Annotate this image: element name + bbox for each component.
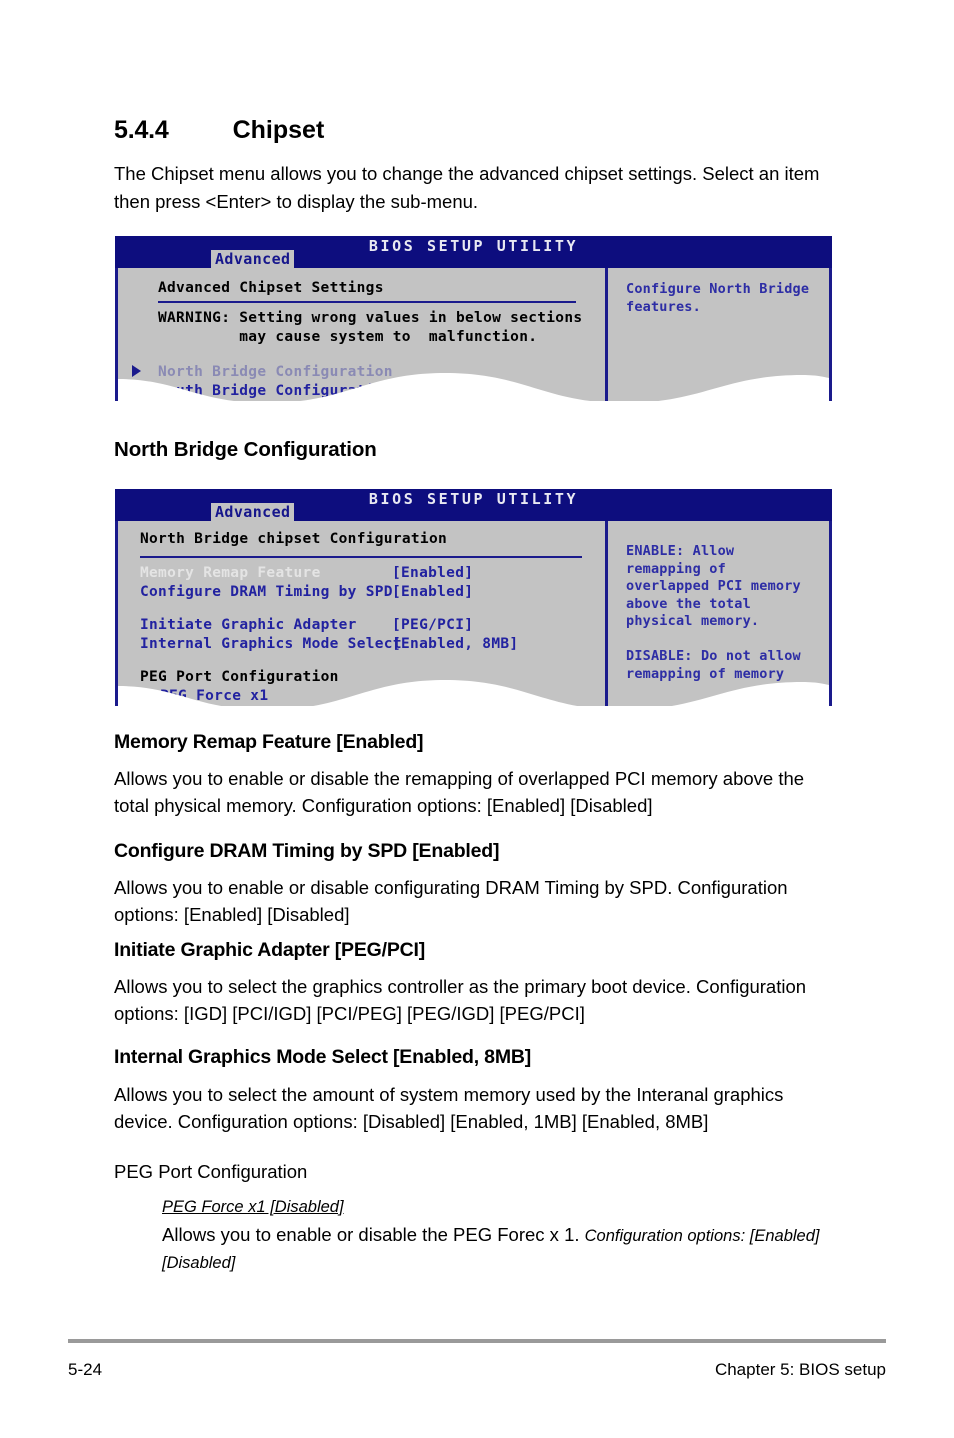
triangle-right-icon <box>132 384 141 396</box>
peg-force-x1-body: Allows you to enable or disable the PEG … <box>162 1222 822 1276</box>
bios-left-pane-1: Advanced Chipset Settings WARNING: Setti… <box>118 268 605 401</box>
footer-chapter-label: Chapter 5: BIOS setup <box>714 1360 886 1379</box>
bios-row-spacer <box>140 602 605 616</box>
bios-setting-value[interactable]: [Enabled] <box>392 564 473 583</box>
bios-menu-item-south-bridge-label: South Bridge Configuration <box>158 383 393 399</box>
bios-setting-label: Memory Remap Feature <box>140 565 321 581</box>
heading-north-bridge-configuration: North Bridge Configuration <box>114 438 377 461</box>
footer-divider <box>68 1339 886 1343</box>
document-page: 5.4.4 Chipset The Chipset menu allows yo… <box>0 0 954 1438</box>
bios-right-pane-2: ENABLE: Allow remapping of overlapped PC… <box>608 521 829 683</box>
bios-settings-list: Memory Remap Feature [Enabled] Configure D… <box>140 564 605 706</box>
bios-setting-value[interactable]: [Enabled, 8MB] <box>392 635 518 654</box>
bios-body-wrap-1: Advanced Chipset Settings WARNING: Setti… <box>115 268 832 401</box>
section-title: Chipset <box>232 116 325 144</box>
bios-help-text-1: Configure North Bridge features. <box>626 281 810 315</box>
bios-setting-label: PEG Port Configuration <box>140 669 339 685</box>
bios-left-pane-2: North Bridge chipset Configuration Memor… <box>118 521 605 706</box>
bios-body-1: Advanced Chipset Settings WARNING: Setti… <box>115 268 832 401</box>
footer-page-number: 5-24 <box>68 1360 103 1379</box>
bios-tab-advanced-1[interactable]: Advanced <box>211 250 295 269</box>
bios-menu-item-north-bridge[interactable]: North Bridge Configuration <box>132 363 605 382</box>
bios-spacer-1 <box>158 347 605 363</box>
item-body-initiate-graphic-adapter: Allows you to select the graphics contro… <box>114 976 807 1024</box>
peg-force-x1-body-normal: Allows you to enable or disable the PEG … <box>162 1224 585 1245</box>
item-heading-dram-timing: Configure DRAM Timing by SPD [Enabled] <box>114 840 500 862</box>
bios-body-wrap-2: North Bridge chipset Configuration Memor… <box>115 521 832 706</box>
bios-right-pane-1: Configure North Bridge features. <box>608 268 829 316</box>
bios-warning-line-1: WARNING: Setting wrong values in below s… <box>158 310 583 326</box>
bios-setting-row[interactable]: Initiate Graphic Adapter [PEG/PCI] <box>140 616 605 635</box>
bios-panel-heading-1: Advanced Chipset Settings <box>158 280 384 296</box>
bios-header-bar-2: BIOS SETUP UTILITY Advanced <box>115 489 832 522</box>
item-heading-internal-graphics-mode: Internal Graphics Mode Select [Enabled, … <box>114 1046 532 1068</box>
item-heading-memory-remap: Memory Remap Feature [Enabled] <box>114 731 424 753</box>
bios-setting-label: Initiate Graphic Adapter <box>140 617 357 633</box>
section-intro-paragraph: The Chipset menu allows you to change th… <box>114 163 820 212</box>
bios-setting-row[interactable]: Internal Graphics Mode Select [Enabled, 8… <box>140 635 605 654</box>
bios-setting-label: PEG Force x1 <box>160 688 269 704</box>
bios-setting-label: Configure DRAM Timing by SPD <box>140 584 393 600</box>
bios-setting-row[interactable]: Memory Remap Feature [Enabled] <box>140 564 605 583</box>
bios-setting-label: Internal Graphics Mode Select <box>140 636 402 652</box>
section-number: 5.4.4 <box>114 116 169 144</box>
item-body-internal-graphics-mode: Allows you to select the amount of syste… <box>114 1084 784 1132</box>
section-heading: 5.4.4 Chipset <box>114 116 834 145</box>
bios-setting-row[interactable]: PEG Force x1 [Disabled] <box>140 687 605 706</box>
bios-setting-row[interactable]: Configure DRAM Timing by SPD [Enabled] <box>140 583 605 602</box>
peg-force-x1-subheading: PEG Force x1 [Disabled] <box>162 1198 344 1216</box>
triangle-right-icon <box>132 365 141 377</box>
bios-setting-row: PEG Port Configuration <box>140 668 605 687</box>
peg-port-configuration-heading: PEG Port Configuration <box>114 1161 308 1182</box>
bios-menu-item-north-bridge-label: North Bridge Configuration <box>158 364 393 380</box>
bios-warning-line-2: may cause system to malfunction. <box>158 329 538 345</box>
bios-body-2: North Bridge chipset Configuration Memor… <box>115 521 832 706</box>
bios-tab-advanced-2[interactable]: Advanced <box>211 503 295 522</box>
bios-heading-rule-2 <box>140 556 582 558</box>
bios-panel-heading-2: North Bridge chipset Configuration <box>140 531 448 547</box>
item-heading-initiate-graphic-adapter: Initiate Graphic Adapter [PEG/PCI] <box>114 939 426 961</box>
bios-setting-value[interactable]: [Enabled] <box>392 583 473 602</box>
item-body-memory-remap: Allows you to enable or disable the rema… <box>114 768 805 816</box>
bios-screenshot-advanced-chipset: BIOS SETUP UTILITY Advanced Advanced Chi… <box>115 236 832 401</box>
bios-screenshot-north-bridge: BIOS SETUP UTILITY Advanced North Bridge… <box>115 489 832 706</box>
bios-heading-rule-1 <box>158 301 576 303</box>
item-body-dram-timing: Allows you to enable or disable configur… <box>114 877 788 925</box>
bios-setting-value[interactable]: [PEG/PCI] <box>392 616 473 635</box>
bios-row-spacer <box>140 654 605 668</box>
bios-header-bar-1: BIOS SETUP UTILITY Advanced <box>115 236 832 269</box>
bios-setting-value[interactable]: [Disabled] <box>392 687 482 706</box>
bios-menu-item-south-bridge[interactable]: South Bridge Configuration <box>132 382 605 401</box>
bios-help-text-2: ENABLE: Allow remapping of overlapped PC… <box>626 543 801 682</box>
